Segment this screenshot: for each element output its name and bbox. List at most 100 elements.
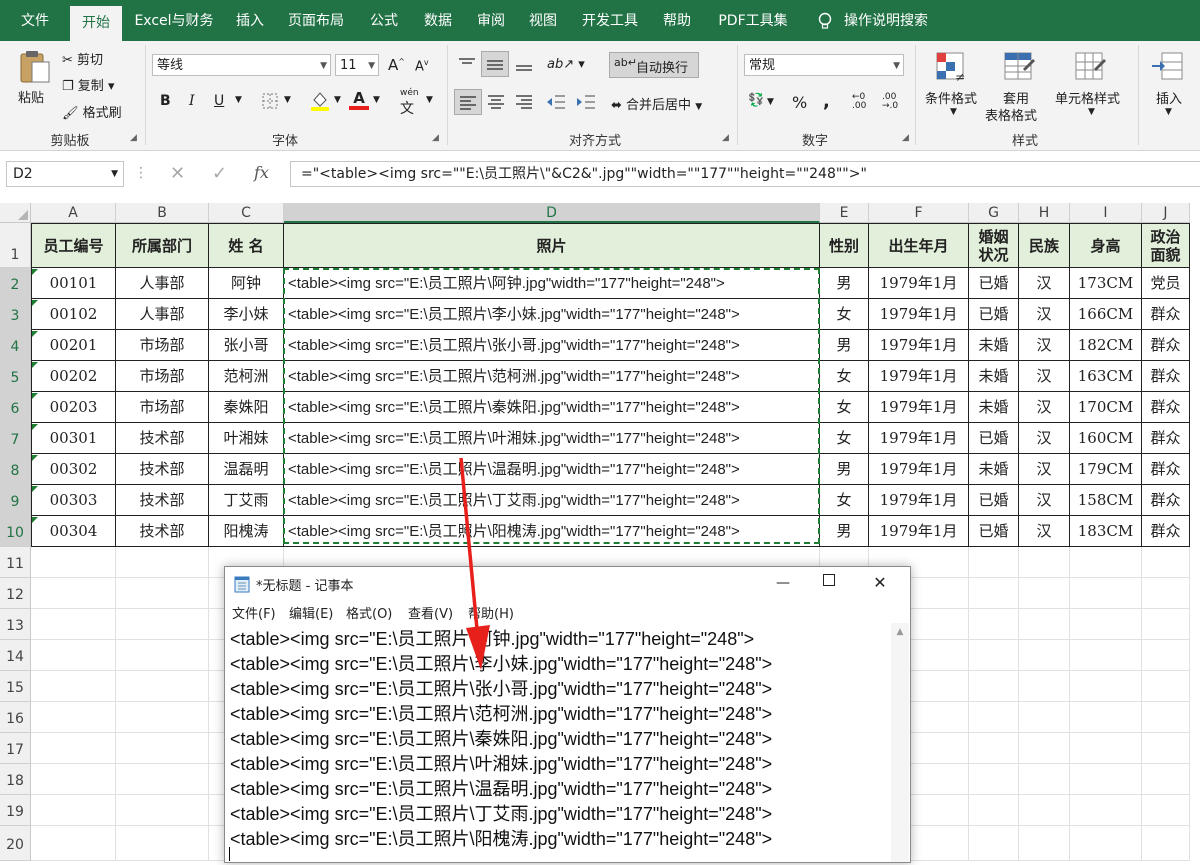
table-cell[interactable]: 技术部 [116,423,209,454]
minimize-button[interactable]: — [763,569,803,597]
table-cell[interactable]: 范柯洲 [209,361,284,392]
empty-cell[interactable] [31,733,116,764]
table-cell[interactable]: 173CM [1070,268,1142,299]
table-cell[interactable]: 1979年1月 [869,330,969,361]
empty-cell[interactable] [1070,795,1142,826]
table-cell[interactable]: 未婚 [969,330,1019,361]
table-cell[interactable]: 182CM [1070,330,1142,361]
cut-button[interactable]: ✂ 剪切 [62,49,103,68]
empty-cell[interactable] [1142,826,1190,861]
phonetic-guide-button[interactable]: wén 文 [400,88,419,118]
conditional-format-icon[interactable]: ≠ [935,51,967,87]
row-header-14[interactable]: 14 [0,640,31,671]
empty-cell[interactable] [969,609,1019,640]
border-dropdown-icon[interactable]: ▼ [284,95,291,105]
header-cell[interactable]: 政治面貌 [1142,223,1190,268]
table-cell[interactable]: 1979年1月 [869,299,969,330]
empty-cell[interactable] [969,764,1019,795]
table-cell[interactable]: 李小妹 [209,299,284,330]
format-painter-button[interactable]: 🖌 格式刷 [62,102,122,121]
tab-developer[interactable]: 开发工具 [574,0,646,41]
cell-styles-icon[interactable] [1074,51,1106,87]
table-cell[interactable]: <table><img src="E:\员工照片\张小哥.jpg"width="… [284,330,820,361]
notepad-text-area[interactable]: <table><img src="E:\员工照片\阿钟.jpg"width="1… [225,623,890,862]
table-cell[interactable]: 秦姝阳 [209,392,284,423]
table-cell[interactable]: 179CM [1070,454,1142,485]
border-icon[interactable] [262,93,278,113]
menu-view[interactable]: 查看(V) [408,603,453,622]
column-header-i[interactable]: I [1070,203,1142,223]
menu-file[interactable]: 文件(F) [232,603,276,622]
tab-pdf-tools[interactable]: PDF工具集 [708,0,798,41]
table-cell[interactable]: 未婚 [969,454,1019,485]
copy-button[interactable]: ❐ 复制 ▾ [62,75,114,94]
table-cell[interactable]: 汉 [1019,392,1070,423]
orientation-button[interactable]: ab↗ ▾ [547,57,585,72]
align-bottom-icon[interactable] [514,57,534,77]
conditional-format-dropdown-icon[interactable]: ▼ [950,107,957,117]
column-header-j[interactable]: J [1142,203,1190,223]
table-cell[interactable]: 00302 [31,454,116,485]
table-cell[interactable]: 丁艾雨 [209,485,284,516]
empty-cell[interactable] [116,578,209,609]
wrap-text-button[interactable]: ab↵ 自动换行 [609,52,699,78]
empty-cell[interactable] [969,640,1019,671]
row-header-11[interactable]: 11 [0,547,31,578]
empty-cell[interactable] [1019,733,1070,764]
increase-decimal-icon[interactable]: ←0.00 [852,93,866,111]
conditional-format-button[interactable]: 条件格式 [925,88,977,107]
empty-cell[interactable] [969,578,1019,609]
empty-cell[interactable] [116,671,209,702]
empty-cell[interactable] [1019,795,1070,826]
empty-cell[interactable] [1019,547,1070,578]
insert-cells-icon[interactable] [1152,51,1184,87]
empty-cell[interactable] [31,764,116,795]
table-cell[interactable]: 温磊明 [209,454,284,485]
empty-cell[interactable] [1019,640,1070,671]
table-cell[interactable]: 群众 [1142,392,1190,423]
empty-cell[interactable] [1142,733,1190,764]
empty-cell[interactable] [969,702,1019,733]
font-color-dropdown-icon[interactable]: ▼ [373,95,380,105]
tab-insert[interactable]: 插入 [226,0,274,41]
empty-cell[interactable] [1142,640,1190,671]
table-cell[interactable]: 汉 [1019,330,1070,361]
row-header-13[interactable]: 13 [0,609,31,640]
tab-file[interactable]: 文件 [10,0,60,41]
table-cell[interactable]: 市场部 [116,330,209,361]
row-header-5[interactable]: 5 [0,361,31,392]
table-cell[interactable]: 00202 [31,361,116,392]
empty-cell[interactable] [31,640,116,671]
empty-cell[interactable] [969,547,1019,578]
empty-cell[interactable] [1142,609,1190,640]
table-cell[interactable]: 群众 [1142,361,1190,392]
format-as-table-icon[interactable] [1003,51,1035,87]
empty-cell[interactable] [969,826,1019,861]
table-cell[interactable]: 群众 [1142,330,1190,361]
notepad-scrollbar[interactable]: ▲ [891,623,909,862]
table-cell[interactable]: 群众 [1142,299,1190,330]
empty-cell[interactable] [969,671,1019,702]
italic-button[interactable]: I [189,93,195,109]
empty-cell[interactable] [969,733,1019,764]
empty-cell[interactable] [31,547,116,578]
empty-cell[interactable] [1019,609,1070,640]
column-header-h[interactable]: H [1019,203,1070,223]
empty-cell[interactable] [1070,764,1142,795]
cell-styles-dropdown-icon[interactable]: ▼ [1088,107,1095,117]
empty-cell[interactable] [116,826,209,861]
table-cell[interactable]: <table><img src="E:\员工照片\李小妹.jpg"width="… [284,299,820,330]
row-header-17[interactable]: 17 [0,733,31,764]
empty-cell[interactable] [1070,826,1142,861]
shrink-font-button[interactable]: Av [415,58,429,74]
row-header-18[interactable]: 18 [0,764,31,795]
empty-cell[interactable] [1019,826,1070,861]
table-cell[interactable]: <table><img src="E:\员工照片\丁艾雨.jpg"width="… [284,485,820,516]
table-cell[interactable]: 女 [820,299,869,330]
increase-indent-icon[interactable] [575,93,597,115]
percent-button[interactable]: % [792,93,807,112]
row-header-7[interactable]: 7 [0,423,31,454]
row-header-6[interactable]: 6 [0,392,31,423]
header-cell[interactable]: 姓 名 [209,223,284,268]
empty-cell[interactable] [116,702,209,733]
